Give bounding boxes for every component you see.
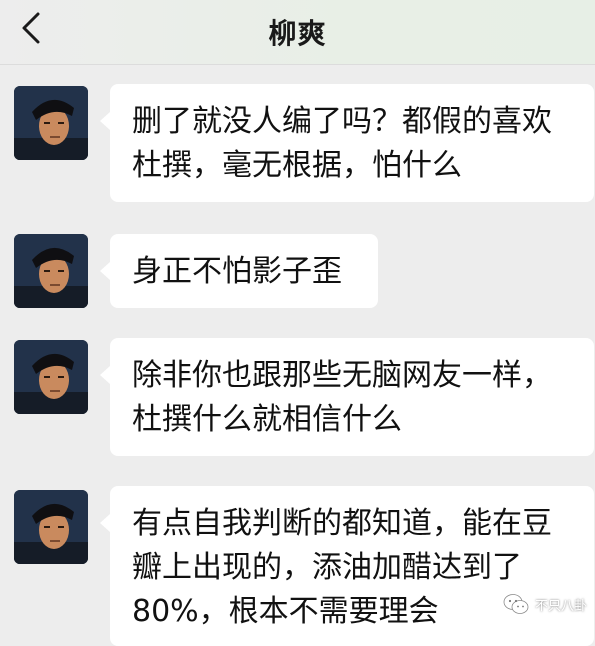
message-text: 除非你也跟那些无脑网友一样， [132,358,552,393]
message-bubble[interactable]: 除非你也跟那些无脑网友一样， 杜撰什么就相信什么 [100,338,594,456]
message-bubble[interactable]: 身正不怕影子歪 [100,234,378,308]
message-text: 有点自我判断的都知道，能在豆 [132,506,552,541]
message-text: 瓣上出现的，添油加醋达到了 [132,550,522,585]
avatar[interactable] [14,86,88,160]
chat-title: 柳爽 [268,17,327,50]
message-text: 删了就没人编了吗？都假的喜欢 [132,104,552,139]
message-bubble[interactable]: 删了就没人编了吗？都假的喜欢 杜撰，毫无根据，怕什么 [100,84,594,202]
watermark: 不只八卦 [503,593,587,615]
avatar[interactable] [14,234,88,308]
message-text: 杜撰，毫无根据，怕什么 [132,148,462,183]
wechat-logo-icon [503,594,529,614]
chat-header: 柳爽 [0,0,595,65]
message-text: 身正不怕影子歪 [132,254,342,289]
watermark-text: 不只八卦 [534,598,587,614]
message-bubble[interactable]: 有点自我判断的都知道，能在豆 瓣上出现的，添油加醋达到了 80%，根本不需要理会 [100,486,594,646]
avatar[interactable] [14,340,88,414]
message-text: 杜撰什么就相信什么 [132,402,402,437]
avatar[interactable] [14,490,88,564]
